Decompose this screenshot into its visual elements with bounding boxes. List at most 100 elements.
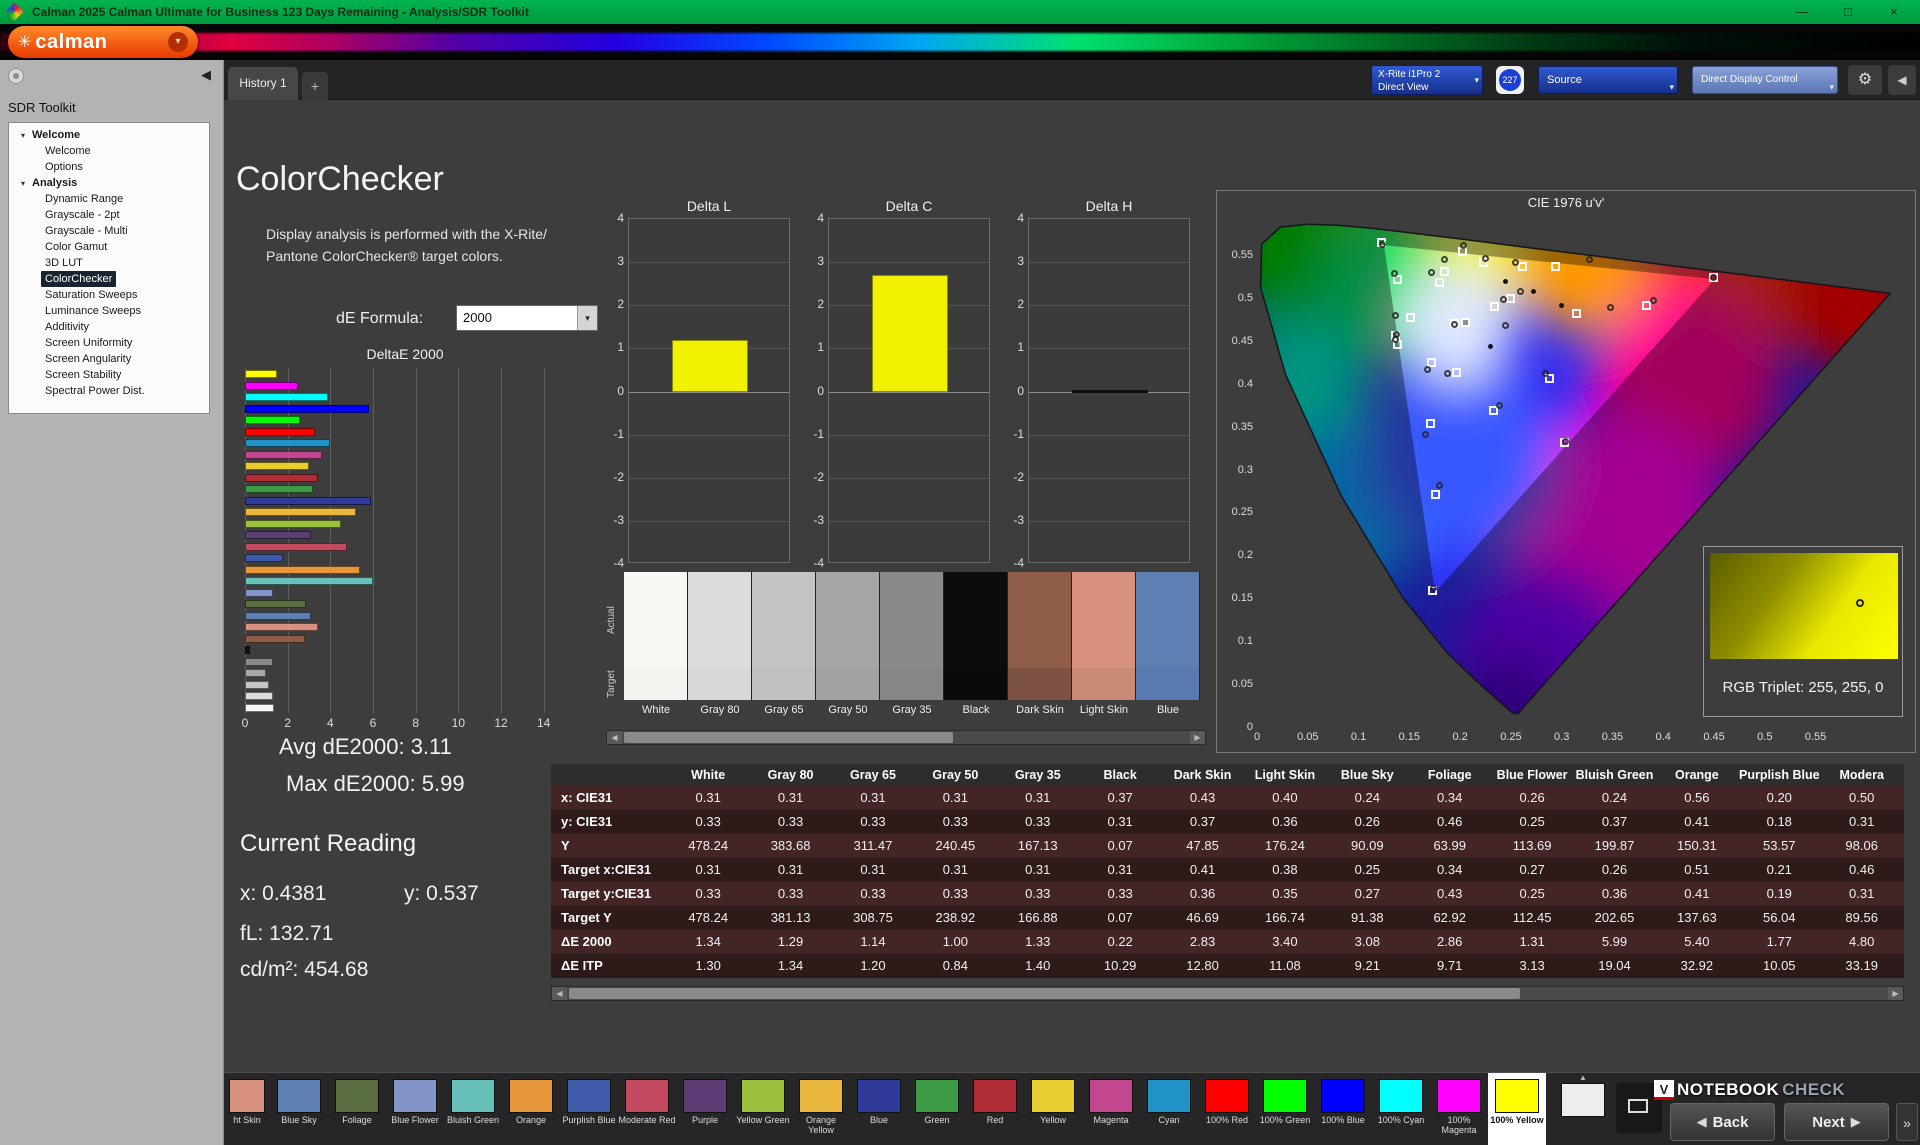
tab-history-1[interactable]: History 1 xyxy=(228,67,298,100)
panel-collapse-icon[interactable]: ◀ xyxy=(1888,65,1916,95)
bottom-patch-blue-sky[interactable]: Blue Sky xyxy=(270,1073,328,1145)
patch-swatch-gray-65[interactable] xyxy=(752,572,816,700)
table-cell: 0.31 xyxy=(777,790,804,805)
chevron-down-icon: ▾ xyxy=(1829,82,1834,92)
sidebar-item-additivity[interactable]: Additivity xyxy=(9,319,209,335)
bottom-patch-cyan[interactable]: Cyan xyxy=(1140,1073,1198,1145)
axis-tick-label: 0.55 xyxy=(1804,731,1827,743)
bottom-patch-orange[interactable]: Orange xyxy=(502,1073,560,1145)
sidebar-item-screen-angularity[interactable]: Screen Angularity xyxy=(9,351,209,367)
patch-swatch-white[interactable] xyxy=(624,572,688,700)
bottom-patch-red[interactable]: Red xyxy=(966,1073,1024,1145)
bottom-patch-moderate-red[interactable]: Moderate Red xyxy=(618,1073,676,1145)
close-button[interactable]: × xyxy=(1872,0,1916,24)
patch-swatch-black[interactable] xyxy=(944,572,1008,700)
bottom-patch-bluish-green[interactable]: Bluish Green xyxy=(444,1073,502,1145)
patch-swatch-gray-35[interactable] xyxy=(880,572,944,700)
table-cell: 19.04 xyxy=(1598,958,1631,973)
bottom-patch-blue-flower[interactable]: Blue Flower xyxy=(386,1073,444,1145)
patch-actual-color xyxy=(752,572,815,668)
sidebar-item-welcome[interactable]: Welcome xyxy=(9,143,209,159)
scroll-left-icon[interactable]: ◀ xyxy=(552,987,567,1000)
sidebar-item-spectral-power-dist[interactable]: Spectral Power Dist. xyxy=(9,383,209,399)
bottom-patch-100-blue[interactable]: 100% Blue xyxy=(1314,1073,1372,1145)
bottom-patch-orange-yellow[interactable]: Orange Yellow xyxy=(792,1073,850,1145)
bottom-patch-purple[interactable]: Purple xyxy=(676,1073,734,1145)
sidebar-item-options[interactable]: Options xyxy=(9,159,209,175)
de-formula-select[interactable]: 2000 ▾ xyxy=(456,305,598,331)
table-cell: 166.88 xyxy=(1017,910,1058,925)
table-cell: 383.68 xyxy=(770,838,811,853)
chevron-down-icon: ▾ xyxy=(1474,75,1479,85)
axis-tick-label: 0 xyxy=(1253,731,1261,743)
bottom-patch-100-red[interactable]: 100% Red xyxy=(1198,1073,1256,1145)
gear-icon[interactable]: ⚙ xyxy=(1848,65,1882,95)
sidebar-item-dynamic-range[interactable]: Dynamic Range xyxy=(9,191,209,207)
scrollbar-thumb[interactable] xyxy=(569,988,1521,999)
sidebar-item-colorchecker[interactable]: ColorChecker xyxy=(9,271,209,287)
meter-dropdown[interactable]: X-Rite i1Pro 2 Direct View ▾ xyxy=(1371,65,1483,95)
scroll-right-icon[interactable]: ▶ xyxy=(1888,987,1903,1000)
patch-swatch-gray-80[interactable] xyxy=(688,572,752,700)
patch-strip-scrollbar[interactable]: ◀ ▶ xyxy=(606,730,1206,745)
bottom-patch-100-green[interactable]: 100% Green xyxy=(1256,1073,1314,1145)
scrollbar-thumb[interactable] xyxy=(624,732,954,743)
patch-swatch-light-skin[interactable] xyxy=(1072,572,1136,700)
patch-swatch-blue[interactable] xyxy=(1136,572,1200,700)
table-cell: 238.92 xyxy=(935,910,976,925)
item-label: Color Gamut xyxy=(45,241,108,253)
scrollbar-track[interactable] xyxy=(567,987,1888,1000)
de-bar-yellow-green xyxy=(245,519,341,528)
axis-tick-label: 14 xyxy=(536,716,551,730)
patch-color xyxy=(335,1079,379,1113)
patch-actual-color xyxy=(880,572,943,668)
patch-swatch-dark-skin[interactable] xyxy=(1008,572,1072,700)
bottom-patch-blue[interactable]: Blue xyxy=(850,1073,908,1145)
bottom-patch-100-cyan[interactable]: 100% Cyan xyxy=(1372,1073,1430,1145)
grid-line xyxy=(629,477,789,479)
sidebar-item-3d-lut[interactable]: 3D LUT xyxy=(9,255,209,271)
bottom-patch-100-yellow[interactable]: 100% Yellow xyxy=(1488,1073,1546,1145)
sidebar-item-screen-uniformity[interactable]: Screen Uniformity xyxy=(9,335,209,351)
patch-actual-color xyxy=(1072,572,1135,668)
maximize-button[interactable]: □ xyxy=(1826,0,1870,24)
sidebar-item-luminance-sweeps[interactable]: Luminance Sweeps xyxy=(9,303,209,319)
bottom-patch-yellow[interactable]: Yellow xyxy=(1024,1073,1082,1145)
table-scrollbar[interactable]: ◀ ▶ xyxy=(551,986,1904,1001)
measured-marker xyxy=(1424,366,1432,374)
reference-dot xyxy=(1559,303,1565,309)
calman-logo-button[interactable]: ✳ calman ▾ xyxy=(8,26,198,58)
add-tab-button[interactable]: + xyxy=(302,72,328,100)
source-dropdown[interactable]: Source ▾ xyxy=(1538,66,1678,94)
logo-menu-chevron-icon[interactable]: ▾ xyxy=(168,32,188,52)
section-expand-icon[interactable]: ▾ xyxy=(21,128,32,144)
scroll-left-icon[interactable]: ◀ xyxy=(607,731,622,744)
bottom-patch-green[interactable]: Green xyxy=(908,1073,966,1145)
back-button[interactable]: ◀ Back xyxy=(1670,1103,1775,1141)
patch-color xyxy=(1263,1079,1307,1113)
sidebar-item-color-gamut[interactable]: Color Gamut xyxy=(9,239,209,255)
scrollbar-track[interactable] xyxy=(622,731,1190,744)
patch-label: 100% Magenta xyxy=(1441,1115,1477,1135)
bottom-patch-100-magenta[interactable]: 100% Magenta xyxy=(1430,1073,1488,1145)
next-button[interactable]: Next ▶ xyxy=(1784,1103,1889,1141)
display-control-dropdown[interactable]: Direct Display Control ▾ xyxy=(1692,66,1838,94)
patch-swatch-gray-50[interactable] xyxy=(816,572,880,700)
bottom-patch-purplish-blue[interactable]: Purplish Blue xyxy=(560,1073,618,1145)
sidebar-item-saturation-sweeps[interactable]: Saturation Sweeps xyxy=(9,287,209,303)
section-expand-icon[interactable]: ▾ xyxy=(21,176,32,192)
bottom-patch-yellow-green[interactable]: Yellow Green xyxy=(734,1073,792,1145)
sidebar-item-screen-stability[interactable]: Screen Stability xyxy=(9,367,209,383)
de-bar-100-magenta xyxy=(245,381,299,390)
sidebar-collapse-icon[interactable]: ◀ xyxy=(201,67,211,83)
pattern-up-button[interactable]: ▲ xyxy=(1554,1073,1612,1145)
more-patches-button[interactable]: » xyxy=(1896,1103,1918,1141)
sidebar-item-grayscale-2pt[interactable]: Grayscale - 2pt xyxy=(9,207,209,223)
scroll-right-icon[interactable]: ▶ xyxy=(1190,731,1205,744)
sidebar-record-icon[interactable] xyxy=(8,68,24,84)
bottom-patch-magenta[interactable]: Magenta xyxy=(1082,1073,1140,1145)
bottom-patch-ht-skin[interactable]: ht Skin xyxy=(224,1073,270,1145)
bottom-patch-foliage[interactable]: Foliage xyxy=(328,1073,386,1145)
sidebar-item-grayscale-multi[interactable]: Grayscale - Multi xyxy=(9,223,209,239)
minimize-button[interactable]: — xyxy=(1780,0,1824,24)
